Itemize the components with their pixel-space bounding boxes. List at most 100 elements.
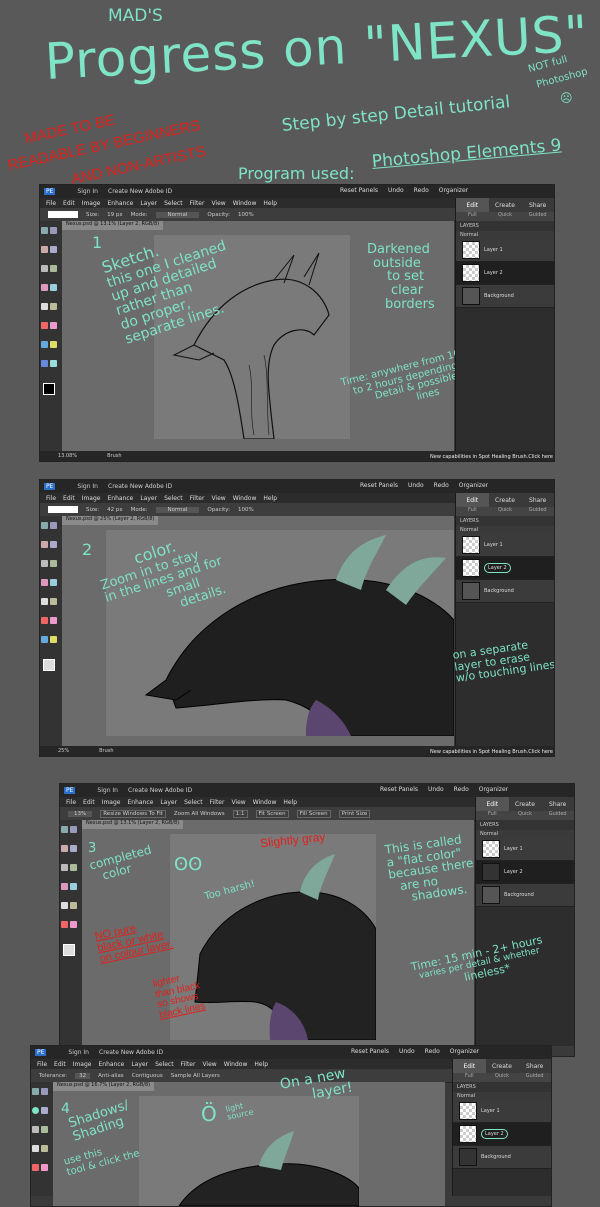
zoom-value[interactable]: 13% <box>68 810 93 817</box>
opacity-value[interactable]: 100% <box>238 212 254 218</box>
menu-image[interactable]: Image <box>73 1061 92 1068</box>
menu-help[interactable]: Help <box>254 1061 268 1068</box>
hand-tool-icon[interactable] <box>41 246 48 253</box>
menu-view[interactable]: View <box>231 799 245 806</box>
menu-help[interactable]: Help <box>283 799 297 806</box>
marquee-tool-icon[interactable] <box>32 1126 39 1133</box>
tab-share[interactable]: Share <box>521 198 554 212</box>
menu-edit[interactable]: Edit <box>63 200 75 207</box>
menu-select[interactable]: Select <box>164 200 183 207</box>
create-id-link[interactable]: Create New Adobe ID <box>99 1049 163 1056</box>
layer-row-selected[interactable]: Layer 2 <box>453 1123 551 1146</box>
opt-fit-screen[interactable]: Fit Screen <box>255 809 289 818</box>
redo-button[interactable]: Redo <box>414 187 429 194</box>
subtab-quick[interactable]: Quick <box>489 212 522 221</box>
marquee-tool-icon[interactable] <box>61 864 68 871</box>
undo-button[interactable]: Undo <box>399 1048 415 1055</box>
document-tab[interactable]: Nexus.psd @ 13.1% (Layer 2, RGB/8) <box>82 820 184 829</box>
foreground-color-swatch[interactable] <box>43 383 55 395</box>
brush-tool-icon[interactable] <box>41 322 48 329</box>
quick-select-tool-icon[interactable] <box>50 579 57 586</box>
redo-button[interactable]: Redo <box>425 1048 440 1055</box>
brush-preview[interactable] <box>48 211 78 218</box>
brush-tool-icon[interactable] <box>61 921 68 928</box>
blur-tool-icon[interactable] <box>50 360 57 367</box>
menu-view[interactable]: View <box>202 1061 216 1068</box>
eraser-tool-icon[interactable] <box>70 921 77 928</box>
opt-fill-screen[interactable]: Fill Screen <box>296 809 331 818</box>
layer-row[interactable]: Background <box>453 1146 551 1169</box>
type-tool-icon[interactable] <box>41 598 48 605</box>
brush-tool-icon[interactable] <box>32 1164 39 1171</box>
foreground-color-swatch[interactable] <box>63 944 75 956</box>
magic-wand-tool-icon[interactable] <box>32 1107 39 1114</box>
tab-share[interactable]: Share <box>521 493 554 507</box>
organizer-button[interactable]: Organizer <box>450 1048 479 1055</box>
tab-edit[interactable]: Edit <box>456 493 489 507</box>
size-value[interactable]: 19 px <box>107 212 123 218</box>
eyedropper-tool-icon[interactable] <box>50 541 57 548</box>
layer-row-selected[interactable]: Layer 2 <box>456 262 554 285</box>
move-tool-icon[interactable] <box>32 1088 39 1095</box>
menu-edit[interactable]: Edit <box>83 799 95 806</box>
type-tool-icon[interactable] <box>41 303 48 310</box>
layer-row[interactable]: Layer 1 <box>456 534 554 557</box>
eraser-tool-icon[interactable] <box>41 1164 48 1171</box>
quick-select-tool-icon[interactable] <box>50 284 57 291</box>
tab-create[interactable]: Create <box>488 198 522 212</box>
subtab-quick[interactable]: Quick <box>489 507 522 516</box>
tab-edit[interactable]: Edit <box>476 797 509 811</box>
subtab-full[interactable]: Full <box>456 212 489 221</box>
menu-enhance[interactable]: Enhance <box>107 200 133 207</box>
foreground-color-swatch[interactable] <box>43 659 55 671</box>
layer-row[interactable]: Layer 1 <box>453 1100 551 1123</box>
redo-button[interactable]: Redo <box>454 786 469 793</box>
sign-in-link[interactable]: Sign In <box>68 1049 89 1056</box>
menu-layer[interactable]: Layer <box>140 200 157 207</box>
lasso-tool-icon[interactable] <box>50 560 57 567</box>
type-tool-icon[interactable] <box>61 902 68 909</box>
reset-panels-button[interactable]: Reset Panels <box>340 187 378 194</box>
lasso-tool-icon[interactable] <box>41 1126 48 1133</box>
marquee-tool-icon[interactable] <box>41 265 48 272</box>
layer-row-selected[interactable]: Layer 2 <box>476 861 574 884</box>
eyedropper-tool-icon[interactable] <box>50 246 57 253</box>
menu-enhance[interactable]: Enhance <box>98 1061 124 1068</box>
menu-select[interactable]: Select <box>184 799 203 806</box>
eyedropper-tool-icon[interactable] <box>70 845 77 852</box>
lasso-tool-icon[interactable] <box>50 265 57 272</box>
bucket-tool-icon[interactable] <box>41 341 48 348</box>
menu-help[interactable]: Help <box>263 200 277 207</box>
lasso-tool-icon[interactable] <box>70 864 77 871</box>
tab-create[interactable]: Create <box>485 1059 519 1073</box>
tab-share[interactable]: Share <box>518 1059 551 1073</box>
zoom-tool-icon[interactable] <box>50 227 57 234</box>
menu-layer[interactable]: Layer <box>131 1061 148 1068</box>
subtab-full[interactable]: Full <box>456 507 489 516</box>
undo-button[interactable]: Undo <box>428 786 444 793</box>
zoom-tool-icon[interactable] <box>70 826 77 833</box>
eraser-tool-icon[interactable] <box>50 617 57 624</box>
menu-filter[interactable]: Filter <box>190 495 205 502</box>
subtab-guided[interactable]: Guided <box>521 507 554 516</box>
undo-button[interactable]: Undo <box>408 482 424 489</box>
menu-window[interactable]: Window <box>224 1061 248 1068</box>
bucket-tool-icon[interactable] <box>41 636 48 643</box>
crop-tool-icon[interactable] <box>50 598 57 605</box>
mode-select[interactable]: Normal <box>155 506 200 513</box>
menu-window[interactable]: Window <box>253 799 277 806</box>
menu-view[interactable]: View <box>211 495 225 502</box>
menu-layer[interactable]: Layer <box>140 495 157 502</box>
reset-panels-button[interactable]: Reset Panels <box>360 482 398 489</box>
sign-in-link[interactable]: Sign In <box>77 188 98 195</box>
contiguous-checkbox[interactable]: Contiguous <box>132 1073 163 1079</box>
blend-mode-select[interactable]: Normal <box>476 830 574 838</box>
menu-file[interactable]: File <box>46 495 56 502</box>
menu-filter[interactable]: Filter <box>181 1061 196 1068</box>
subtab-quick[interactable]: Quick <box>486 1073 519 1082</box>
document-tab[interactable]: Nexus.psd @ 13.1% (Layer 2, RGB/8) <box>62 221 164 230</box>
crop-tool-icon[interactable] <box>70 902 77 909</box>
undo-button[interactable]: Undo <box>388 187 404 194</box>
organizer-button[interactable]: Organizer <box>479 786 508 793</box>
gradient-tool-icon[interactable] <box>50 341 57 348</box>
